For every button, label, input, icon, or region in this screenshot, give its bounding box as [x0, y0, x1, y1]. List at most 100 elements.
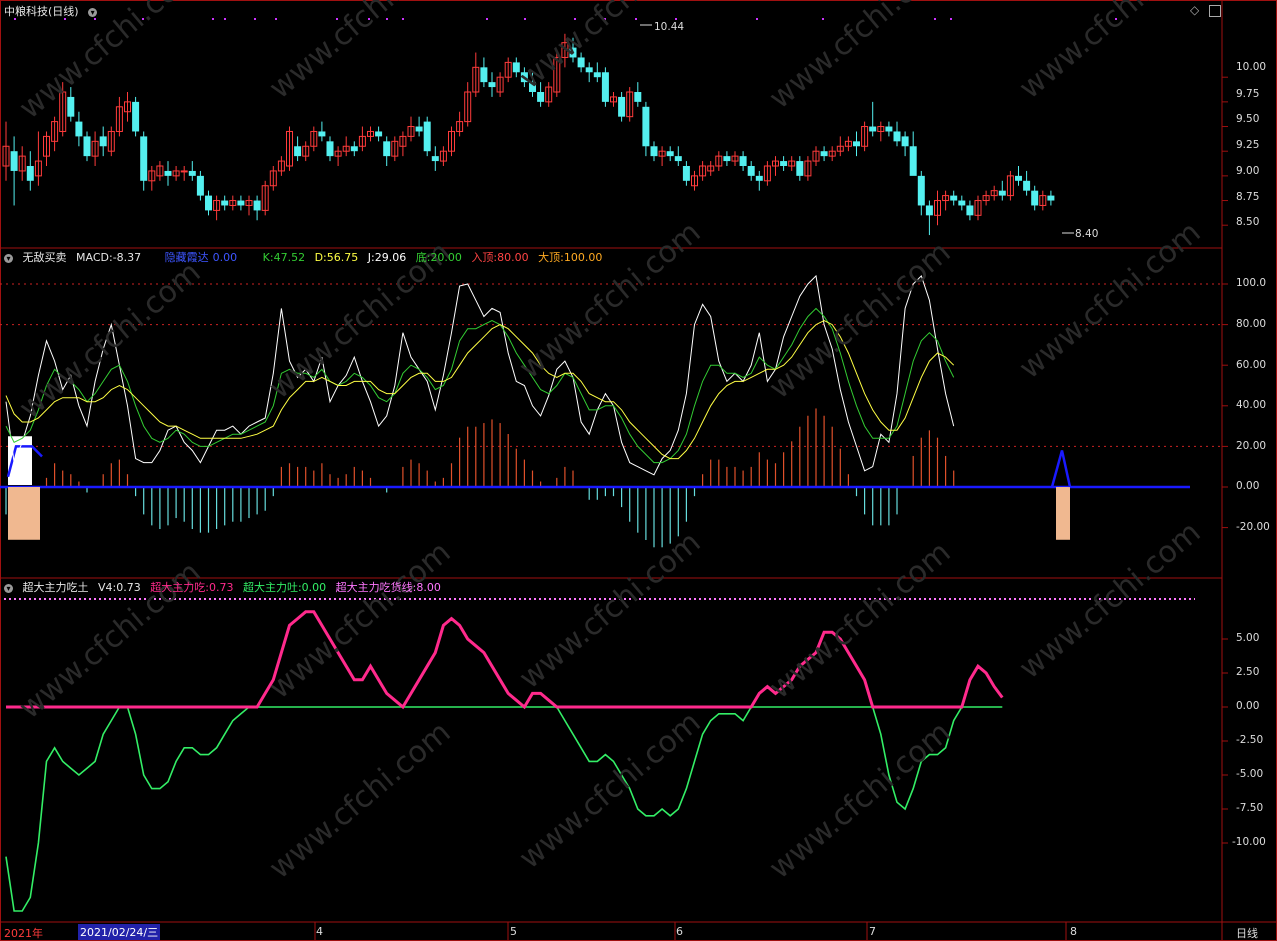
candle-body-down: [909, 146, 917, 176]
stock-title[interactable]: 中粮科技(日线): [4, 5, 79, 18]
d-label: D:: [314, 251, 327, 264]
signal-dot: [64, 18, 66, 20]
chevron-down-icon[interactable]: ▾: [88, 7, 98, 17]
signal-dot: [254, 18, 256, 20]
outer-frame: [0, 0, 1277, 941]
cursor-date[interactable]: 2021/02/24/三: [78, 924, 161, 940]
watermark: www.cfchi.com: [263, 715, 458, 886]
signal-dot: [950, 18, 952, 20]
hide-label: 隐藏霞达: [164, 251, 209, 264]
month-label: 4: [316, 925, 323, 938]
signal-dot: [402, 18, 404, 20]
candle-body-down: [237, 200, 245, 206]
watermark: www.cfchi.com: [763, 715, 958, 886]
candle-body-down: [1015, 175, 1022, 181]
main-force-panel-header: ▾ 超大主力吃土 V4:0.73 超大主力吃:0.73 超大主力吐:0.00 超…: [4, 581, 447, 594]
watermark: www.cfchi.com: [263, 0, 458, 106]
candle-body-down: [188, 170, 196, 176]
candle-body-down: [747, 166, 755, 176]
month-label: 5: [510, 925, 517, 938]
top-label: 大顶:: [538, 251, 564, 264]
signal-dot: [14, 18, 16, 20]
candle-body-down: [966, 205, 974, 216]
candle-body-down: [869, 126, 877, 132]
indicator-name[interactable]: 超大主力吃土: [23, 581, 89, 594]
j-label: J:: [367, 251, 375, 264]
candle-body-down: [650, 146, 658, 157]
buy-signal-box: [8, 487, 40, 540]
candle-body-down: [196, 175, 204, 196]
period-label[interactable]: 日线: [1236, 925, 1258, 941]
watermark: www.cfchi.com: [763, 235, 958, 406]
chevron-down-icon[interactable]: ▾: [4, 583, 13, 593]
macd-tick: 100.0: [1236, 277, 1267, 289]
candle-body-down: [431, 156, 439, 162]
spit-label: 超大主力吐:: [242, 581, 302, 594]
candle-body-down: [917, 175, 925, 206]
watermark: www.cfchi.com: [513, 705, 708, 876]
watermark: www.cfchi.com: [513, 0, 708, 96]
signal-dot: [486, 18, 488, 20]
entry-value: 80.00: [497, 251, 529, 264]
candle-body-down: [634, 92, 642, 102]
bottom-value: 20.00: [430, 251, 462, 264]
month-label: 8: [1070, 925, 1077, 938]
candle-body-down: [739, 156, 747, 166]
candle-body-down: [83, 136, 91, 157]
price-tick: 9.50: [1236, 113, 1260, 125]
signal-dot: [675, 18, 677, 20]
line-label: 超大主力吃货线:: [335, 581, 417, 594]
candle-body-down: [682, 166, 690, 181]
candle-body-down: [796, 161, 804, 176]
entry-label: 入顶:: [471, 251, 498, 264]
force-tick: 0.00: [1236, 700, 1260, 712]
chevron-down-icon[interactable]: ▾: [4, 253, 13, 263]
candle-body-down: [10, 151, 18, 171]
month-label: 7: [869, 925, 876, 938]
stock-chart[interactable]: www.cfchi.com www.cfchi.com www.cfchi.com w…: [0, 0, 1277, 941]
watermark: www.cfchi.com: [1013, 515, 1208, 686]
year-label: 2021年: [4, 927, 43, 940]
menu-icon[interactable]: [1209, 4, 1222, 17]
candle-body-down: [950, 195, 958, 201]
macd-panel-header: ▾ 无敌买卖 MACD:-8.37 隐藏霞达 0.00 K:47.52 D:56.…: [4, 251, 608, 264]
candle-body-down: [375, 131, 383, 137]
signal-dot: [934, 18, 936, 20]
eat-value: 0.73: [208, 581, 234, 594]
candle-body-down: [618, 96, 626, 117]
candle-body-down: [205, 195, 212, 211]
top-value: 100.00: [563, 251, 603, 264]
price-tick: 9.75: [1236, 88, 1260, 100]
macd-tick: -20.00: [1236, 521, 1270, 533]
candle-body-down: [488, 82, 496, 88]
candle-body-down: [294, 146, 302, 157]
macd-label: MACD:: [76, 251, 113, 264]
candle-body-down: [221, 200, 229, 206]
macd-value: -8.37: [112, 251, 142, 264]
line-value: 8.00: [416, 581, 441, 594]
indicator-name[interactable]: 无敌买卖: [23, 251, 67, 264]
macd-tick: 20.00: [1236, 440, 1267, 452]
force-tick: 5.00: [1236, 632, 1260, 644]
force-tick: -7.50: [1236, 802, 1264, 814]
candle-body-down: [67, 96, 75, 117]
candle-body-down: [780, 161, 788, 166]
candle-body-down: [755, 175, 763, 181]
signal-dot: [224, 18, 226, 20]
candle-body-down: [423, 121, 431, 152]
price-tick: 10.00: [1236, 61, 1267, 73]
candle-body-down: [350, 146, 358, 152]
j-value: 29.06: [374, 251, 407, 264]
candle-body-down: [75, 121, 83, 137]
watermark: www.cfchi.com: [513, 215, 708, 386]
candle-body-down: [1031, 190, 1039, 206]
diamond-icon[interactable]: ◇: [1190, 3, 1199, 17]
signal-line: [1050, 450, 1072, 488]
macd-tick: 60.00: [1236, 359, 1267, 371]
kdj-line-k: [5, 307, 955, 464]
signal-dot: [94, 18, 96, 20]
candle-body-down: [723, 156, 731, 162]
macd-tick: 40.00: [1236, 399, 1267, 411]
candle-body-down: [642, 106, 650, 147]
macd-tick: 80.00: [1236, 318, 1267, 330]
